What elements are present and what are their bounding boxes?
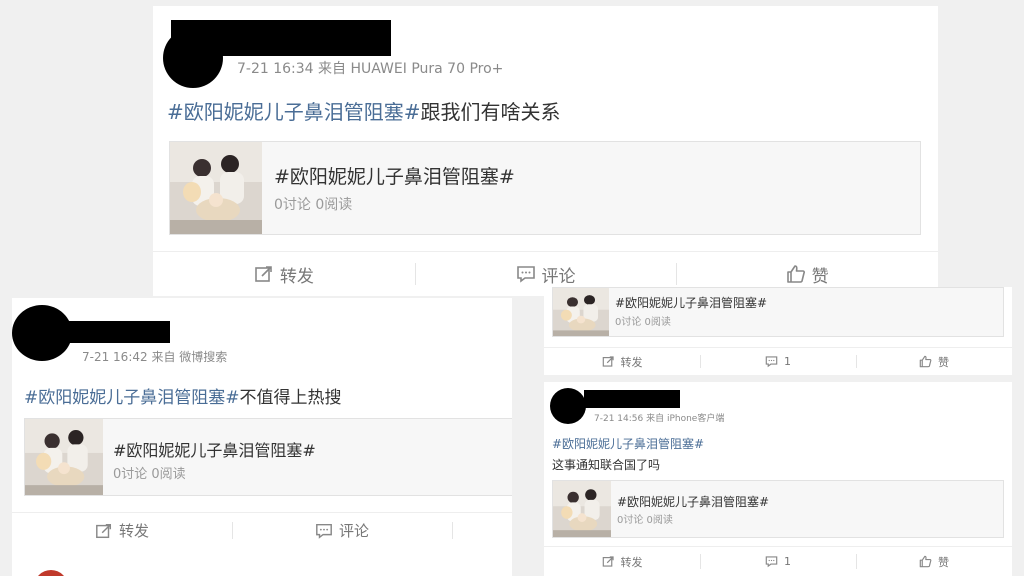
repost-label: 转发 [118, 522, 149, 540]
comment-button[interactable]: 1 [700, 348, 856, 375]
post-meta: 7-21 16:42 来自 微博搜索 [82, 350, 228, 364]
repost-icon [255, 266, 272, 282]
repost-icon [602, 556, 614, 567]
user-avatar[interactable] [550, 388, 586, 424]
post-card-3: #欧阳妮妮儿子鼻泪管阻塞# 0讨论 0阅读 转发 1 赞 [544, 287, 1012, 375]
like-label: 赞 [938, 555, 949, 569]
topic-card[interactable]: #欧阳妮妮儿子鼻泪管阻塞# 0讨论 0阅读 [169, 141, 921, 235]
repost-icon [602, 356, 614, 367]
comment-label: 评论 [338, 522, 369, 540]
topic-thumbnail [25, 419, 103, 495]
post-card-2: 7-21 16:42 来自 微博搜索 #欧阳妮妮儿子鼻泪管阻塞#不值得上热搜 #… [12, 298, 512, 576]
topic-stats: 0讨论 0阅读 [615, 317, 671, 328]
post-card-1: 7-21 16:34 来自 HUAWEI Pura 70 Pro+ #欧阳妮妮儿… [153, 6, 938, 296]
like-icon [919, 355, 932, 368]
topic-title: #欧阳妮妮儿子鼻泪管阻塞# [617, 495, 770, 509]
topic-stats: 0讨论 0阅读 [274, 197, 353, 213]
repost-icon [96, 523, 112, 538]
repost-button[interactable]: 转发 [544, 547, 700, 576]
post-text: #欧阳妮妮儿子鼻泪管阻塞#跟我们有啥关系 [167, 96, 561, 125]
repost-label: 转发 [620, 355, 643, 369]
repost-label: 转发 [620, 555, 643, 569]
comment-icon [765, 356, 778, 368]
comment-icon [765, 556, 778, 568]
like-label: 赞 [811, 266, 829, 287]
topic-thumbnail [553, 481, 611, 537]
action-bar: 转发 1 赞 [544, 546, 1012, 576]
comment-button[interactable]: 评论 [232, 513, 452, 548]
repost-button[interactable]: 转发 [12, 513, 232, 548]
topic-title: #欧阳妮妮儿子鼻泪管阻塞# [274, 166, 515, 188]
post-body: 不值得上热搜 [239, 388, 342, 408]
comment-icon [516, 266, 535, 283]
topic-card[interactable]: #欧阳妮妮儿子鼻泪管阻塞# 0讨论 0阅读 [24, 418, 512, 496]
post-hashtag-line: #欧阳妮妮儿子鼻泪管阻塞# [552, 435, 704, 452]
comment-button[interactable]: 1 [700, 547, 856, 576]
like-icon [786, 265, 805, 283]
topic-title: #欧阳妮妮儿子鼻泪管阻塞# [615, 296, 768, 310]
post-meta: 7-21 14:56 来自 iPhone客户端 [594, 414, 725, 424]
comment-label: 评论 [541, 266, 576, 287]
action-bar: 转发 1 赞 [544, 347, 1012, 375]
post-text: #欧阳妮妮儿子鼻泪管阻塞#不值得上热搜 [24, 383, 342, 408]
post-body: 这事通知联合国了吗 [552, 458, 661, 472]
like-icon [919, 555, 932, 568]
post-body: 跟我们有啥关系 [420, 100, 561, 124]
post-meta: 7-21 16:34 来自 HUAWEI Pura 70 Pro+ [237, 61, 504, 77]
repost-label: 转发 [279, 266, 314, 287]
hashtag-link[interactable]: #欧阳妮妮儿子鼻泪管阻塞# [167, 100, 421, 124]
like-button[interactable] [452, 513, 512, 548]
post-card-4: 7-21 14:56 来自 iPhone客户端 #欧阳妮妮儿子鼻泪管阻塞# 这事… [544, 382, 1012, 576]
comment-icon [316, 523, 332, 539]
topic-stats: 0讨论 0阅读 [617, 515, 673, 526]
action-bar: 转发 评论 [12, 512, 512, 548]
like-button[interactable]: 赞 [856, 547, 1012, 576]
topic-thumbnail [170, 142, 262, 234]
comment-count: 1 [784, 355, 791, 368]
like-label: 赞 [938, 355, 949, 369]
redacted-username [584, 390, 680, 408]
topic-stats: 0讨论 0阅读 [113, 467, 186, 482]
repost-button[interactable]: 转发 [153, 252, 415, 296]
topic-card[interactable]: #欧阳妮妮儿子鼻泪管阻塞# 0讨论 0阅读 [552, 287, 1004, 337]
user-avatar[interactable] [12, 305, 72, 361]
hashtag-link[interactable]: #欧阳妮妮儿子鼻泪管阻塞# [24, 388, 240, 408]
topic-thumbnail [553, 288, 609, 336]
like-button[interactable]: 赞 [856, 348, 1012, 375]
next-post-avatar [34, 570, 68, 576]
topic-card[interactable]: #欧阳妮妮儿子鼻泪管阻塞# 0讨论 0阅读 [552, 480, 1004, 538]
topic-title: #欧阳妮妮儿子鼻泪管阻塞# [113, 441, 316, 460]
hashtag-link[interactable]: #欧阳妮妮儿子鼻泪管阻塞# [552, 437, 704, 451]
comment-count: 1 [784, 555, 791, 568]
user-avatar[interactable] [163, 28, 223, 88]
repost-button[interactable]: 转发 [544, 348, 700, 375]
